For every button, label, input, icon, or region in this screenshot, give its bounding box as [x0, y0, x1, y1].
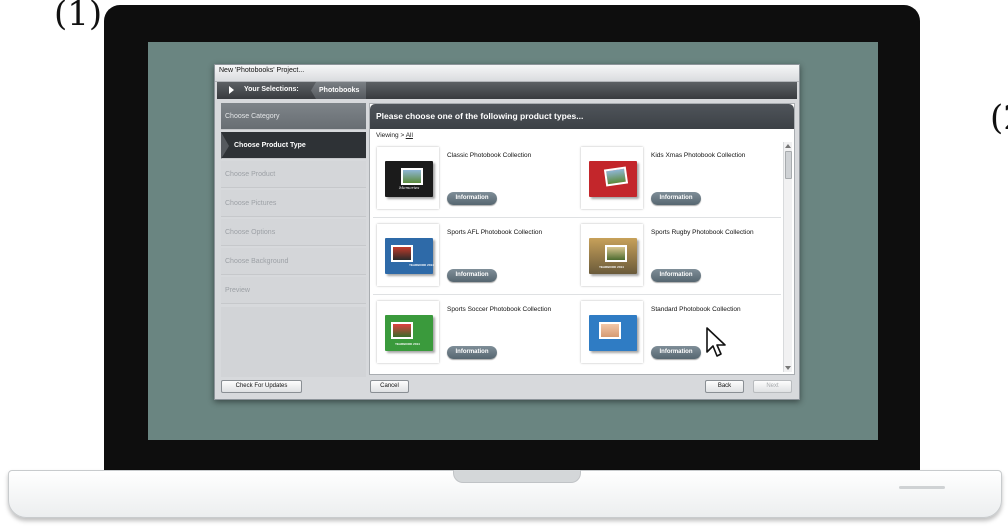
nav-item-choose-product-type[interactable]: Choose Product Type — [221, 132, 366, 159]
book-cover-image — [589, 315, 637, 351]
laptop-notch — [453, 470, 581, 483]
selection-value: Photobooks — [311, 82, 367, 99]
scrollbar-thumb[interactable] — [785, 151, 792, 179]
breadcrumb-link-all[interactable]: All — [406, 132, 413, 139]
back-button[interactable]: Back — [705, 380, 744, 393]
product-card[interactable]: YEARBOOK 2014 Sports Rugby Photobook Col… — [577, 219, 781, 295]
nav-item-choose-product: Choose Product — [221, 161, 366, 188]
information-button[interactable]: Information — [447, 192, 497, 205]
cover-text: YEARBOOK 2014 — [599, 265, 624, 269]
wizard-nav: Choose Category Choose Product Type Choo… — [221, 103, 366, 307]
book-cover-image: Memories — [385, 161, 433, 197]
nav-item-choose-background: Choose Background — [221, 248, 366, 275]
product-thumbnail — [581, 301, 643, 363]
nav-filler — [221, 307, 366, 377]
book-cover-image — [589, 161, 637, 197]
cover-text: Memories — [399, 185, 420, 190]
product-thumbnail: YEARBOOK 2014 — [581, 224, 643, 286]
cover-photo — [599, 322, 621, 339]
step-marker-1: (1) — [54, 0, 103, 34]
product-name: Standard Photobook Collection — [651, 306, 741, 313]
selection-label: Your Selections: — [244, 86, 299, 93]
cover-photo — [401, 168, 423, 185]
information-button[interactable]: Information — [651, 192, 701, 205]
product-name: Sports AFL Photobook Collection — [447, 229, 543, 236]
window-title: New 'Photobooks' Project... — [219, 67, 305, 74]
laptop-indicator — [899, 486, 945, 489]
title-bar: New 'Photobooks' Project... — [215, 65, 799, 82]
selection-bar: Your Selections: Photobooks — [217, 82, 797, 99]
cover-photo — [391, 245, 413, 262]
product-thumbnail: YEARBOOK 2014 — [377, 301, 439, 363]
nav-item-choose-pictures: Choose Pictures — [221, 190, 366, 217]
scroll-up-icon[interactable] — [785, 144, 791, 148]
product-list-scrollbar[interactable] — [783, 142, 792, 372]
book-cover-image: YEARBOOK 2014 — [589, 238, 637, 274]
cover-photo — [603, 166, 629, 187]
nav-item-choose-options: Choose Options — [221, 219, 366, 246]
panel-title: Please choose one of the following produ… — [376, 111, 584, 121]
product-thumbnail — [581, 147, 643, 209]
cancel-button[interactable]: Cancel — [370, 380, 409, 393]
book-cover-image: YEARBOOK 2014 — [385, 238, 434, 274]
triangle-right-icon — [229, 86, 234, 94]
breadcrumb: Viewing > All — [376, 132, 413, 139]
product-thumbnail: YEARBOOK 2014 — [377, 224, 439, 286]
product-name: Kids Xmas Photobook Collection — [651, 152, 746, 159]
cover-text: YEARBOOK 2014 — [409, 263, 434, 267]
step-marker-2: (2 — [990, 98, 1008, 138]
product-card[interactable]: Memories Classic Photobook Collection In… — [373, 142, 577, 218]
laptop-base — [8, 470, 1002, 518]
information-button[interactable]: Information — [651, 346, 701, 359]
product-name: Classic Photobook Collection — [447, 152, 532, 159]
product-name: Sports Soccer Photobook Collection — [447, 306, 552, 313]
breadcrumb-prefix: Viewing > — [376, 132, 406, 139]
information-button[interactable]: Information — [651, 269, 701, 282]
information-button[interactable]: Information — [447, 346, 497, 359]
product-card[interactable]: YEARBOOK 2014 Sports Soccer Photobook Co… — [373, 296, 577, 372]
main-panel: Please choose one of the following produ… — [369, 103, 795, 375]
product-thumbnail: Memories — [377, 147, 439, 209]
nav-item-preview: Preview — [221, 277, 366, 304]
check-for-updates-button[interactable]: Check For Updates — [221, 380, 302, 393]
mouse-pointer-icon — [706, 327, 726, 357]
book-cover-image: YEARBOOK 2014 — [385, 315, 433, 351]
product-card[interactable]: YEARBOOK 2014 Sports AFL Photobook Colle… — [373, 219, 577, 295]
scroll-down-icon[interactable] — [785, 366, 791, 370]
cover-text: YEARBOOK 2014 — [395, 342, 420, 346]
panel-header: Please choose one of the following produ… — [370, 104, 794, 129]
next-button: Next — [753, 380, 792, 393]
cover-photo — [605, 245, 627, 262]
product-card[interactable]: Standard Photobook Collection Informatio… — [577, 296, 781, 372]
cover-photo — [391, 322, 413, 339]
information-button[interactable]: Information — [447, 269, 497, 282]
product-card[interactable]: Kids Xmas Photobook Collection Informati… — [577, 142, 781, 218]
nav-item-choose-category[interactable]: Choose Category — [221, 103, 366, 130]
product-name: Sports Rugby Photobook Collection — [651, 229, 754, 236]
